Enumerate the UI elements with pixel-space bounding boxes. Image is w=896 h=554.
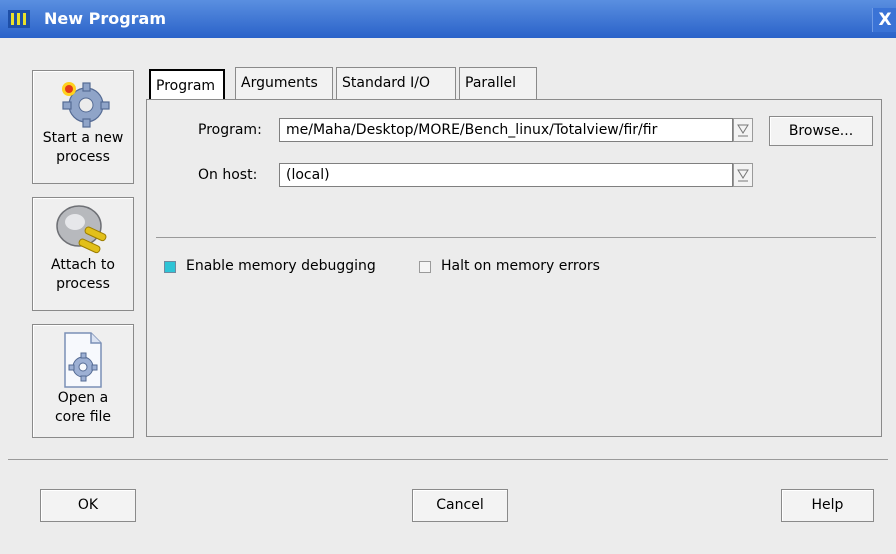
chevron-down-icon <box>737 169 749 182</box>
open-core-file-button[interactable]: Open a core file <box>32 324 134 438</box>
ok-button[interactable]: OK <box>40 489 136 522</box>
gear-spark-icon <box>62 82 110 128</box>
program-history-dropdown[interactable] <box>733 118 753 142</box>
enable-memory-debugging-label[interactable]: Enable memory debugging <box>186 258 376 274</box>
start-new-process-button[interactable]: Start a new process <box>32 70 134 184</box>
attach-to-process-button[interactable]: Attach to process <box>32 197 134 311</box>
program-path-field[interactable]: me/Maha/Desktop/MORE/Bench_linux/Totalvi… <box>279 118 733 142</box>
gear-document-icon <box>64 332 102 388</box>
enable-memory-debugging-checkbox[interactable] <box>164 261 176 273</box>
footer-separator <box>8 459 888 460</box>
plug-icon <box>56 205 107 254</box>
tab-program[interactable]: Program <box>149 69 225 100</box>
chevron-down-icon <box>737 124 749 137</box>
program-label: Program: <box>198 122 262 138</box>
tab-parallel[interactable]: Parallel <box>459 67 537 99</box>
open-core-file-label: Open a core file <box>54 390 112 425</box>
tab-standard-io[interactable]: Standard I/O <box>336 67 456 99</box>
on-host-label: On host: <box>198 167 258 183</box>
halt-on-memory-errors-label[interactable]: Halt on memory errors <box>441 258 600 274</box>
halt-on-memory-errors-checkbox[interactable] <box>419 261 431 273</box>
title-bar: New Program X <box>0 0 896 38</box>
browse-button[interactable]: Browse... <box>769 116 873 146</box>
window-title: New Program <box>44 9 167 28</box>
panel-divider <box>156 237 876 238</box>
help-button[interactable]: Help <box>781 489 874 522</box>
app-logo-icon <box>8 10 30 28</box>
host-dropdown[interactable] <box>733 163 753 187</box>
host-field[interactable]: (local) <box>279 163 733 187</box>
attach-to-process-label: Attach to process <box>51 257 115 292</box>
cancel-button[interactable]: Cancel <box>412 489 508 522</box>
close-button[interactable]: X <box>872 8 896 32</box>
start-new-process-label: Start a new process <box>42 130 124 165</box>
tab-arguments[interactable]: Arguments <box>235 67 333 99</box>
